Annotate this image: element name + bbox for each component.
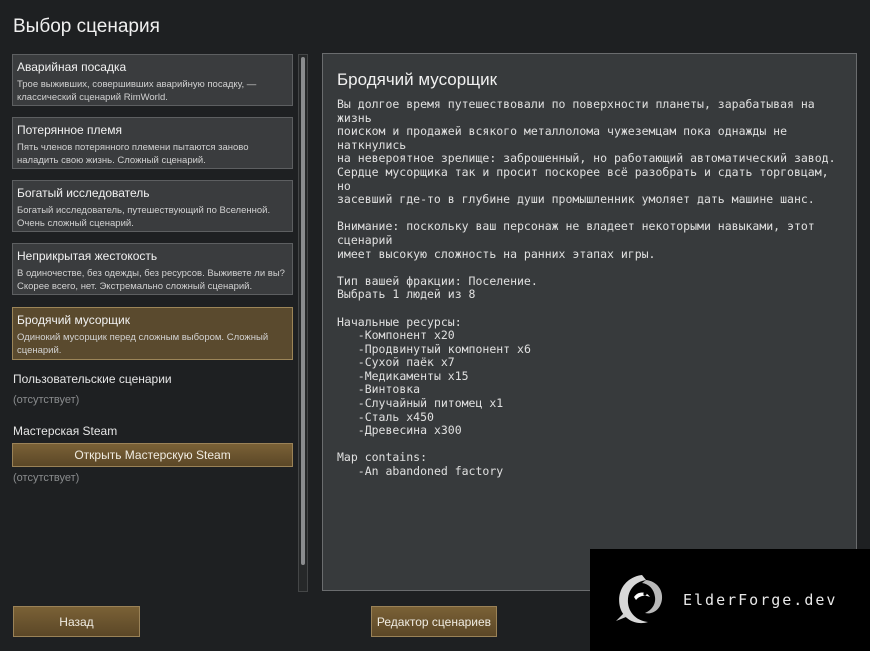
scenario-name: Бродячий мусорщик (17, 313, 131, 327)
watermark-text: ElderForge.dev (683, 591, 838, 609)
scenario-item-wandering-scavenger[interactable]: Бродячий мусорщик Одинокий мусорщик пере… (12, 307, 293, 360)
scenario-description: В одиночестве, без одежды, без ресурсов.… (17, 268, 285, 292)
scenario-description: Трое выживших, совершивших аварийную пос… (17, 79, 257, 103)
scenario-description-panel: Бродячий мусорщик Вы долгое время путеше… (322, 53, 857, 591)
scenario-name: Аварийная посадка (17, 60, 127, 74)
watermark: ElderForge.dev (590, 549, 870, 651)
scenario-item-rich-explorer[interactable]: Богатый исследователь Богатый исследоват… (12, 180, 293, 232)
steam-workshop-empty: (отсутствует) (13, 472, 80, 484)
dragon-logo-icon (616, 575, 663, 624)
scenario-list-scrollbar[interactable] (298, 54, 308, 592)
steam-workshop-heading: Мастерская Steam (13, 424, 118, 438)
scenario-name: Богатый исследователь (17, 186, 150, 200)
scenario-name: Неприкрытая жестокость (17, 249, 158, 263)
scenario-editor-button[interactable]: Редактор сценариев (371, 606, 497, 637)
scenario-item-crashlanded[interactable]: Аварийная посадка Трое выживших, соверши… (12, 54, 293, 106)
open-steam-workshop-button[interactable]: Открыть Мастерскую Steam (12, 443, 293, 467)
scenario-item-lost-tribe[interactable]: Потерянное племя Пять членов потерянного… (12, 117, 293, 169)
scrollbar-thumb[interactable] (301, 57, 305, 565)
scenario-description: Богатый исследователь, путешествующий по… (17, 205, 271, 229)
scenario-detail-text: Вы долгое время путешествовали по поверх… (337, 97, 836, 479)
scenario-name: Потерянное племя (17, 123, 122, 137)
custom-scenarios-empty: (отсутствует) (13, 394, 80, 406)
scenario-description: Пять членов потерянного племени пытаются… (17, 142, 249, 166)
page-title: Выбор сценария (13, 16, 160, 37)
scenario-item-naked-brutality[interactable]: Неприкрытая жестокость В одиночестве, бе… (12, 243, 293, 295)
custom-scenarios-heading: Пользовательские сценарии (13, 372, 172, 386)
back-button[interactable]: Назад (13, 606, 140, 637)
scenario-description: Одинокий мусорщик перед сложным выбором.… (17, 332, 269, 356)
scenario-detail-title: Бродячий мусорщик (337, 70, 498, 89)
